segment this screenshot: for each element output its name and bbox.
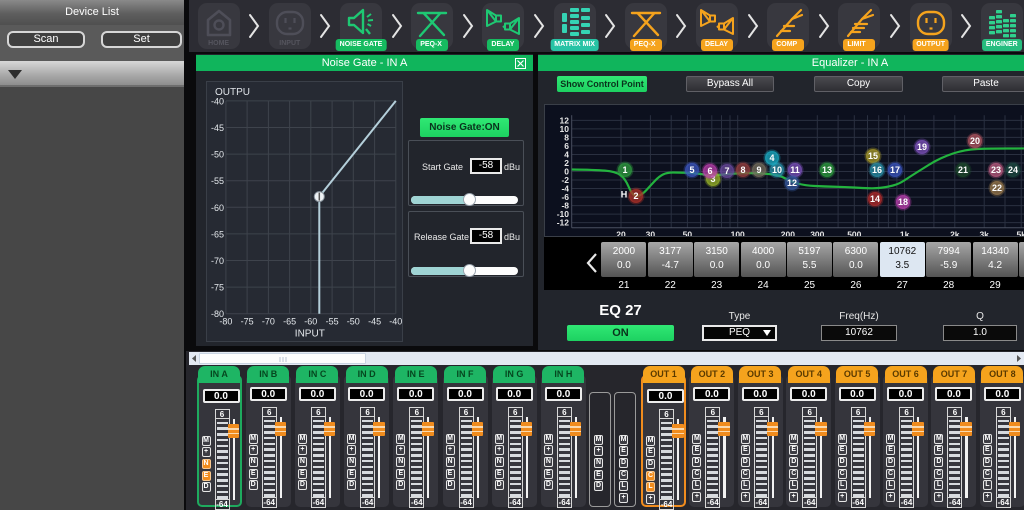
svg-text:14: 14 [870, 194, 880, 204]
svg-text:0: 0 [564, 167, 569, 177]
svg-text:-40: -40 [389, 317, 402, 327]
svg-text:50: 50 [683, 229, 693, 236]
svg-text:4: 4 [564, 150, 569, 160]
svg-text:6: 6 [707, 166, 712, 176]
svg-text:8: 8 [740, 165, 745, 175]
svg-text:100: 100 [731, 229, 745, 236]
svg-text:-4: -4 [561, 184, 569, 194]
svg-text:500: 500 [847, 229, 861, 236]
svg-text:3k: 3k [979, 229, 989, 236]
svg-text:15: 15 [868, 151, 878, 161]
svg-text:-45: -45 [368, 317, 381, 327]
svg-text:-60: -60 [304, 317, 317, 327]
svg-text:-40: -40 [211, 96, 224, 106]
svg-text:21: 21 [958, 165, 968, 175]
svg-text:-60: -60 [211, 203, 224, 213]
svg-text:17: 17 [890, 165, 900, 175]
svg-text:-2: -2 [561, 175, 569, 185]
svg-text:2: 2 [564, 158, 569, 168]
svg-text:300: 300 [810, 229, 824, 236]
svg-text:-50: -50 [211, 150, 224, 160]
svg-text:-45: -45 [211, 123, 224, 133]
svg-text:10: 10 [772, 165, 782, 175]
svg-text:16: 16 [872, 165, 882, 175]
svg-text:19: 19 [917, 142, 927, 152]
svg-text:12: 12 [560, 115, 570, 125]
svg-text:9: 9 [756, 165, 761, 175]
svg-text:-75: -75 [211, 283, 224, 293]
svg-text:-70: -70 [262, 317, 275, 327]
svg-text:5: 5 [689, 165, 694, 175]
svg-text:1: 1 [622, 165, 627, 175]
svg-text:22: 22 [992, 183, 1002, 193]
svg-text:200: 200 [781, 229, 795, 236]
svg-text:-55: -55 [326, 317, 339, 327]
svg-text:-65: -65 [283, 317, 296, 327]
svg-text:-75: -75 [241, 317, 254, 327]
svg-text:30: 30 [646, 229, 656, 236]
svg-text:24: 24 [1008, 165, 1018, 175]
svg-text:11: 11 [790, 165, 800, 175]
svg-text:20: 20 [970, 136, 980, 146]
svg-text:1k: 1k [900, 229, 910, 236]
svg-text:-80: -80 [219, 317, 232, 327]
svg-text:INPUT: INPUT [295, 329, 325, 340]
svg-text:-55: -55 [211, 176, 224, 186]
svg-text:-50: -50 [347, 317, 360, 327]
svg-text:-6: -6 [561, 192, 569, 202]
svg-text:-65: -65 [211, 229, 224, 239]
svg-text:13: 13 [822, 165, 832, 175]
svg-text:-70: -70 [211, 256, 224, 266]
svg-text:4: 4 [769, 153, 774, 163]
svg-text:12: 12 [787, 178, 797, 188]
svg-text:18: 18 [898, 197, 908, 207]
svg-text:5k: 5k [1016, 229, 1024, 236]
svg-text:7: 7 [724, 166, 729, 176]
svg-text:2k: 2k [950, 229, 960, 236]
svg-text:23: 23 [991, 165, 1001, 175]
svg-text:2: 2 [633, 191, 638, 201]
svg-text:20: 20 [616, 229, 626, 236]
svg-text:H: H [621, 190, 628, 200]
